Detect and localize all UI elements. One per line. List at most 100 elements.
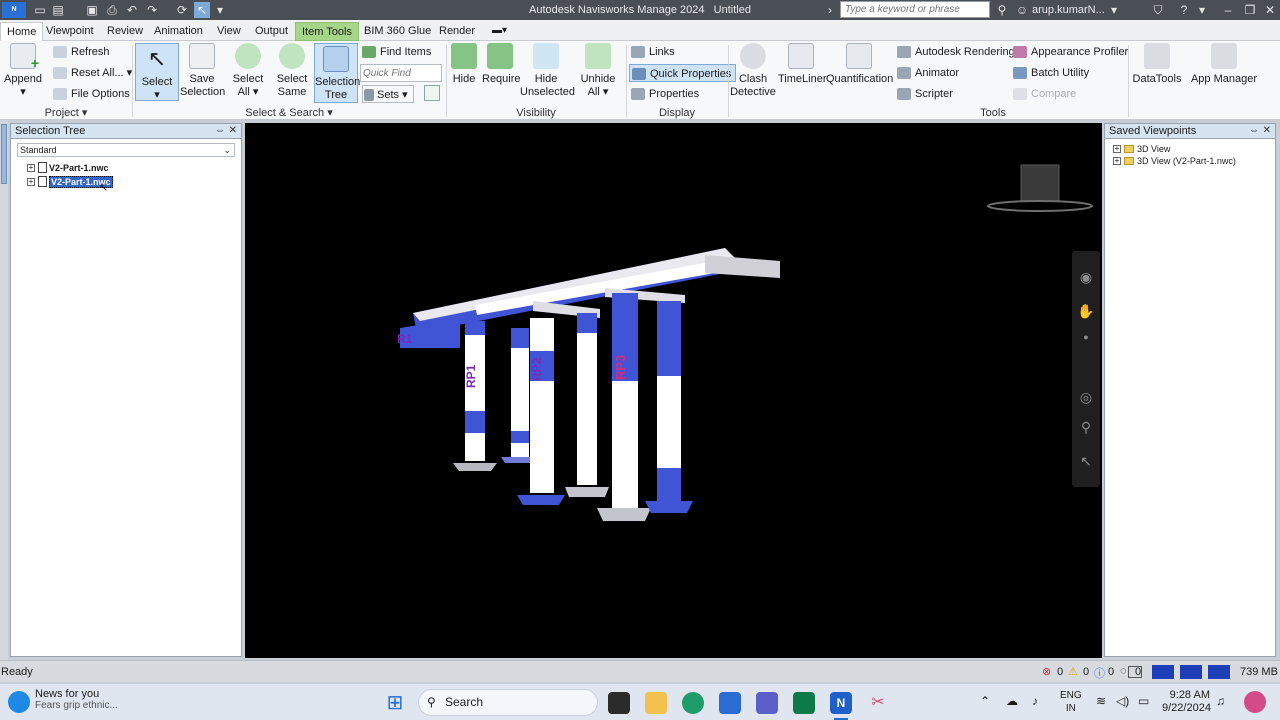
panel-close-icon[interactable]: ✕ bbox=[229, 124, 237, 138]
batch-utility-button[interactable]: Batch Utility bbox=[1011, 64, 1089, 82]
dropdown-icon[interactable]: ▾ bbox=[212, 2, 228, 18]
unhide-all-button[interactable]: Unhide All ▾ bbox=[576, 43, 620, 99]
walk-icon[interactable]: ⚲ bbox=[1076, 417, 1096, 437]
close-icon[interactable]: ✕ bbox=[1262, 2, 1278, 18]
notifications-bell-icon[interactable]: ♫ bbox=[1216, 694, 1225, 708]
group-label-project[interactable]: Project ▾ bbox=[0, 106, 132, 120]
append-button[interactable]: + Append ▾ bbox=[2, 43, 44, 99]
compare-button[interactable]: Compare bbox=[1011, 85, 1076, 103]
select-cursor-icon[interactable]: ↖ bbox=[194, 2, 210, 18]
viewcube[interactable] bbox=[987, 164, 1093, 212]
microphone-icon[interactable]: ♪ bbox=[1032, 694, 1038, 708]
select-all-button[interactable]: Select All ▾ bbox=[228, 43, 268, 99]
zoom-icon[interactable]: ● bbox=[1076, 327, 1096, 347]
teams-icon[interactable] bbox=[756, 692, 778, 714]
print-icon[interactable]: ⎙ bbox=[104, 2, 120, 18]
dock-tab[interactable] bbox=[1, 124, 7, 184]
start-windows-icon[interactable]: ⊞ bbox=[384, 692, 406, 714]
sets-dropdown[interactable]: Sets ▾ bbox=[362, 85, 414, 103]
group-label-select-search[interactable]: Select & Search ▾ bbox=[132, 106, 446, 120]
pan-hand-icon[interactable]: ✋ bbox=[1076, 301, 1096, 321]
tab-view[interactable]: View bbox=[211, 22, 247, 41]
help-icon[interactable]: ? bbox=[1176, 2, 1192, 18]
tab-bim360-glue[interactable]: BIM 360 Glue bbox=[358, 22, 437, 41]
select-cursor-icon[interactable]: ↖ bbox=[1076, 451, 1096, 471]
dropdown-arrow-icon[interactable]: › bbox=[822, 2, 838, 18]
expand-icon[interactable]: + bbox=[27, 178, 35, 186]
orbit-icon[interactable]: ◎ bbox=[1076, 387, 1096, 407]
app-logo-icon[interactable]: N bbox=[2, 2, 26, 18]
binoculars-icon[interactable]: ⚲ bbox=[994, 2, 1010, 18]
expand-icon[interactable]: + bbox=[1113, 157, 1121, 165]
help-search-input[interactable] bbox=[840, 1, 990, 18]
datatools-button[interactable]: DataTools bbox=[1131, 43, 1183, 86]
viewpoint-item[interactable]: +3D View bbox=[1105, 143, 1275, 155]
pin-icon[interactable]: ⇔ bbox=[1249, 124, 1259, 138]
tree-item[interactable]: + V2-Part-1.nwc bbox=[11, 161, 241, 175]
app-manager-button[interactable]: App Manager bbox=[1188, 43, 1260, 86]
select-button[interactable]: ↖ Select ▾ bbox=[135, 43, 179, 101]
user-name[interactable]: arup.kumarN... bbox=[1032, 2, 1105, 18]
timeliner-button[interactable]: TimeLiner bbox=[778, 43, 827, 86]
tab-review[interactable]: Review bbox=[101, 22, 149, 41]
edge-browser-icon[interactable] bbox=[682, 692, 704, 714]
require-button[interactable]: Require bbox=[482, 43, 521, 86]
manage-sets-icon[interactable] bbox=[424, 85, 440, 101]
save-icon[interactable]: ▣ bbox=[84, 2, 100, 18]
weather-icon[interactable] bbox=[8, 691, 30, 713]
tab-viewpoint[interactable]: Viewpoint bbox=[40, 22, 100, 41]
tab-item-tools[interactable]: Item Tools bbox=[295, 22, 359, 41]
wifi-icon[interactable]: ≋ bbox=[1096, 694, 1106, 708]
reset-all-button[interactable]: Reset All... ▾ bbox=[51, 64, 132, 82]
steering-wheel-icon[interactable]: ◉ bbox=[1076, 267, 1096, 287]
quick-find-input[interactable] bbox=[360, 64, 442, 82]
tree-item-selected[interactable]: + V2-Part-1.nwc ↖ bbox=[11, 175, 241, 194]
user-icon[interactable]: ☺ bbox=[1014, 2, 1030, 18]
onedrive-icon[interactable]: ☁ bbox=[1006, 694, 1018, 708]
tab-home[interactable]: Home bbox=[0, 22, 44, 41]
animator-button[interactable]: Animator bbox=[895, 64, 959, 82]
open-folder-icon[interactable]: ▤ bbox=[50, 2, 66, 18]
info-icon[interactable]: ⓘ bbox=[1094, 665, 1105, 681]
task-view-icon[interactable] bbox=[608, 692, 630, 714]
save-selection-button[interactable]: Save Selection bbox=[180, 43, 225, 99]
file-explorer-icon[interactable] bbox=[645, 692, 667, 714]
expand-icon[interactable]: + bbox=[27, 164, 35, 172]
snipping-tool-icon[interactable]: ✂ bbox=[867, 692, 889, 714]
new-file-icon[interactable]: ▭ bbox=[32, 2, 48, 18]
quantification-button[interactable]: Quantification bbox=[826, 43, 893, 86]
volume-icon[interactable]: ◁) bbox=[1116, 694, 1129, 708]
warning-icon[interactable]: ⚠ bbox=[1068, 665, 1078, 678]
file-options-button[interactable]: File Options bbox=[51, 85, 130, 103]
tab-animation[interactable]: Animation bbox=[148, 22, 209, 41]
store-icon[interactable] bbox=[719, 692, 741, 714]
refresh-icon[interactable]: ⟳ bbox=[174, 2, 190, 18]
3d-viewport[interactable]: RP1 RP2 RP3 R1 ◉ ✋ ● ◎ ⚲ ↖ bbox=[245, 123, 1102, 658]
taskbar-search[interactable]: ⚲ Search bbox=[418, 689, 598, 716]
refresh-button[interactable]: Refresh bbox=[51, 43, 110, 61]
maximize-icon[interactable]: ❐ bbox=[1242, 2, 1258, 18]
news-widget[interactable]: News for you Fears grip ethnic... bbox=[35, 688, 118, 711]
properties-button[interactable]: Properties bbox=[629, 85, 699, 103]
battery-icon[interactable]: ▭ bbox=[1138, 694, 1149, 708]
help-dropdown-icon[interactable]: ▾ bbox=[1194, 2, 1210, 18]
hide-unselected-button[interactable]: Hide Unselected bbox=[520, 43, 575, 99]
ribbon-options-icon[interactable]: ▬▾ bbox=[492, 25, 516, 37]
sheet-icon[interactable] bbox=[1128, 666, 1142, 678]
clash-detective-button[interactable]: Clash Detective bbox=[730, 43, 776, 99]
chevron-up-icon[interactable]: ⌃ bbox=[980, 694, 990, 708]
redo-icon[interactable]: ↷ bbox=[144, 2, 160, 18]
selection-tree-button[interactable]: Selection Tree bbox=[314, 43, 360, 103]
expand-icon[interactable]: + bbox=[1113, 145, 1121, 153]
tab-output[interactable]: Output bbox=[249, 22, 294, 41]
undo-icon[interactable]: ↶ bbox=[124, 2, 140, 18]
tab-render[interactable]: Render bbox=[433, 22, 481, 41]
autodesk-rendering-button[interactable]: Autodesk Rendering bbox=[895, 43, 1015, 61]
excel-icon[interactable] bbox=[793, 692, 815, 714]
hide-button[interactable]: Hide bbox=[448, 43, 480, 86]
scripter-button[interactable]: Scripter bbox=[895, 85, 953, 103]
appearance-profiler-button[interactable]: Appearance Profiler bbox=[1011, 43, 1128, 61]
clock[interactable]: 9:28 AM 9/22/2024 bbox=[1162, 689, 1211, 715]
language-indicator[interactable]: ENG IN bbox=[1060, 689, 1082, 715]
tree-view-dropdown[interactable]: Standard ⌄ bbox=[17, 143, 235, 157]
